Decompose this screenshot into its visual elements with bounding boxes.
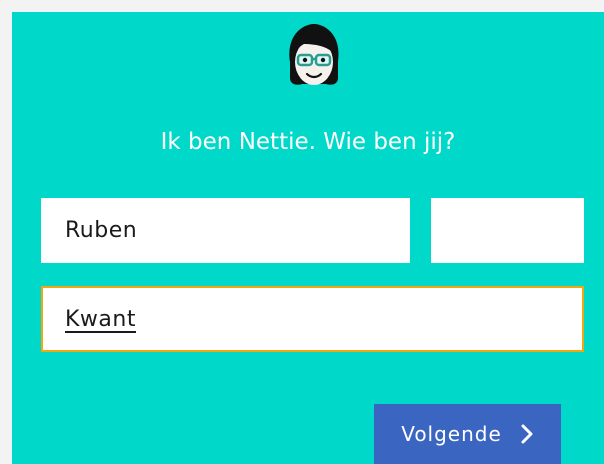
last-name-field[interactable]: Kwant — [41, 286, 584, 352]
first-name-field[interactable]: Ruben — [41, 198, 410, 263]
next-button-label: Volgende — [401, 422, 502, 446]
last-name-value: Kwant — [65, 306, 136, 332]
greeting-text: Ik ben Nettie. Wie ben jij? — [160, 129, 456, 155]
middle-name-field[interactable] — [431, 198, 584, 263]
nettie-avatar-icon — [280, 22, 348, 92]
chevron-right-icon — [520, 424, 534, 444]
next-button[interactable]: Volgende — [374, 404, 561, 464]
screen: Ik ben Nettie. Wie ben jij? Ruben Kwant … — [12, 12, 604, 464]
first-name-value: Ruben — [65, 218, 138, 243]
